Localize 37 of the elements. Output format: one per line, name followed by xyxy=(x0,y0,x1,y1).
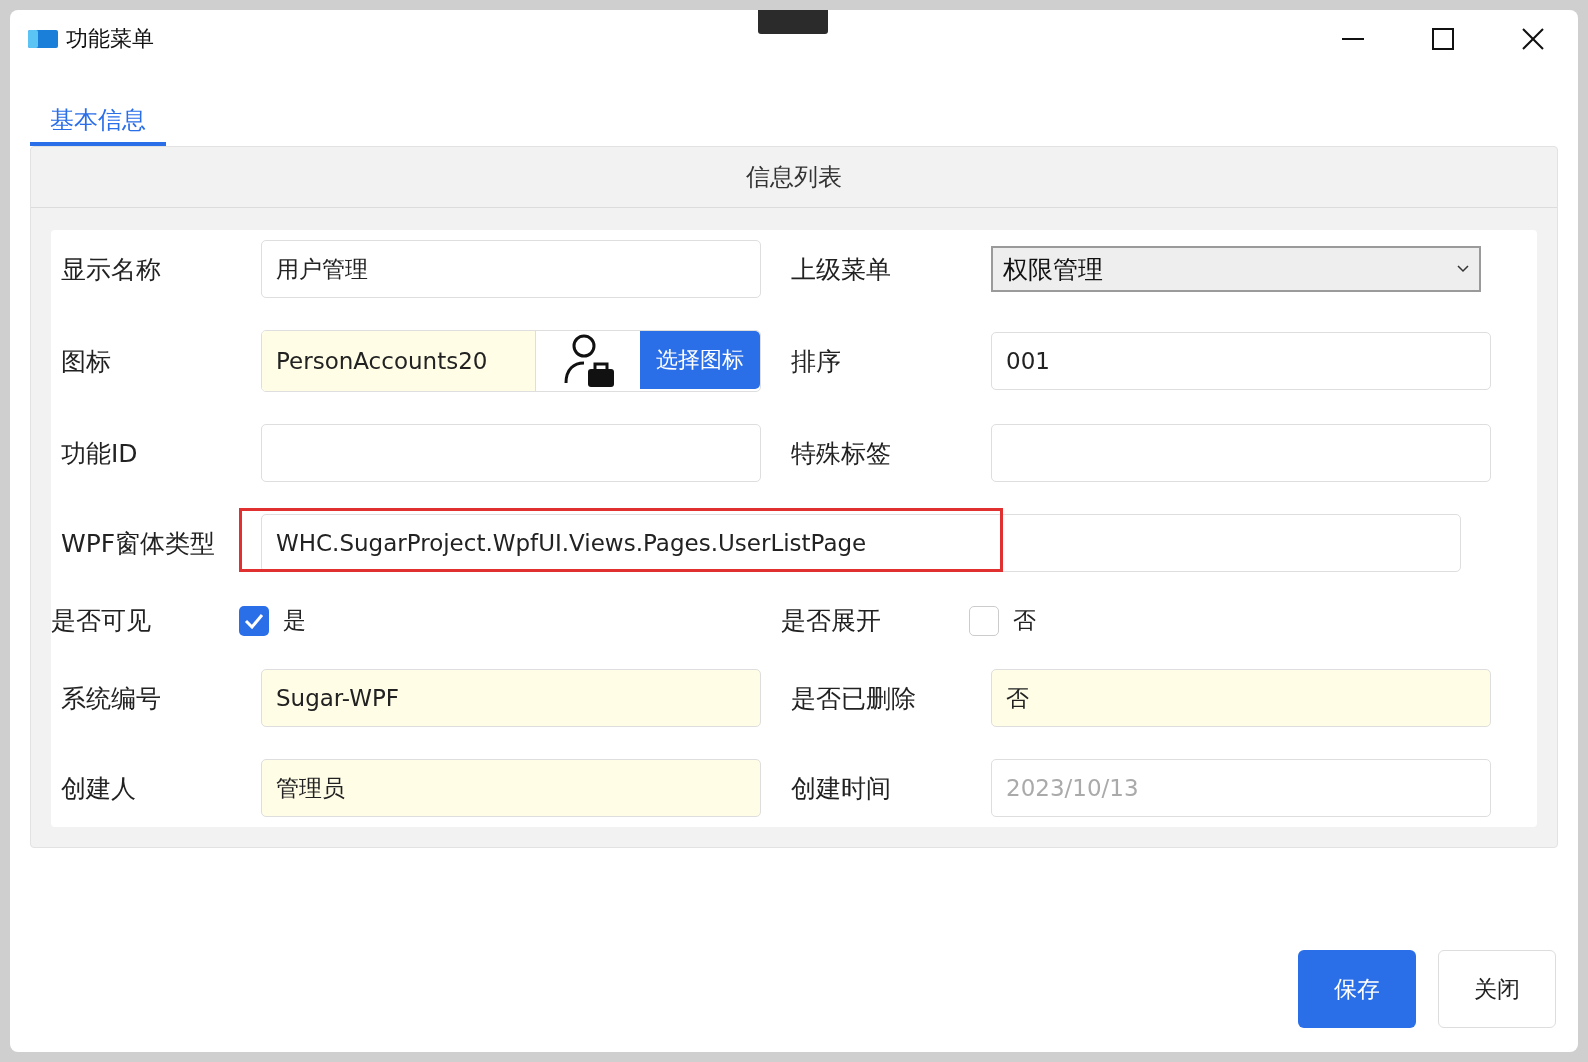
text-field[interactable]: 否 xyxy=(991,669,1491,727)
checkbox-label: 是 xyxy=(283,606,306,635)
field-label: 是否已删除 xyxy=(791,682,917,715)
field-label: WPF窗体类型 xyxy=(61,527,217,560)
field-label: 图标 xyxy=(61,345,112,378)
text-field[interactable]: Sugar-WPF xyxy=(261,669,761,727)
drag-handle[interactable] xyxy=(758,10,828,34)
minimize-icon xyxy=(1342,38,1364,40)
field-label: 创建时间 xyxy=(791,772,892,805)
text-field[interactable]: WHC.SugarProject.WpfUI.Views.Pages.UserListPage xyxy=(261,514,1461,572)
panel-header: 信息列表 xyxy=(31,147,1557,208)
field-label: 特殊标签 xyxy=(791,437,892,470)
field-label: 排序 xyxy=(791,345,842,378)
checkbox-label: 否 xyxy=(1013,606,1036,635)
chevron-down-icon xyxy=(1457,265,1469,273)
field-label: 显示名称 xyxy=(61,253,162,286)
field-label: 是否可见 xyxy=(51,605,152,637)
text-field[interactable]: 用户管理 xyxy=(261,240,761,298)
save-button[interactable]: 保存 xyxy=(1298,950,1416,1028)
field-label: 功能ID xyxy=(61,437,139,470)
field-label: 上级菜单 xyxy=(791,253,892,286)
app-icon xyxy=(28,30,58,48)
window-title: 功能菜单 xyxy=(66,25,155,53)
field-label: 是否展开 xyxy=(781,605,882,637)
text-field[interactable]: 管理员 xyxy=(261,759,761,817)
text-field[interactable]: 001 xyxy=(991,332,1491,390)
field-label: 创建人 xyxy=(61,772,137,805)
checkmark-icon xyxy=(244,612,264,629)
dropdown[interactable]: 权限管理 xyxy=(991,246,1481,292)
close-icon xyxy=(1522,28,1544,50)
field-label: 系统编号 xyxy=(61,682,162,715)
text-field[interactable] xyxy=(261,424,761,482)
checkbox[interactable] xyxy=(969,605,999,636)
close-dialog-button[interactable]: 关闭 xyxy=(1438,950,1556,1028)
text-field[interactable] xyxy=(991,424,1491,482)
checkbox[interactable] xyxy=(239,605,269,636)
maximize-icon xyxy=(1432,28,1454,50)
